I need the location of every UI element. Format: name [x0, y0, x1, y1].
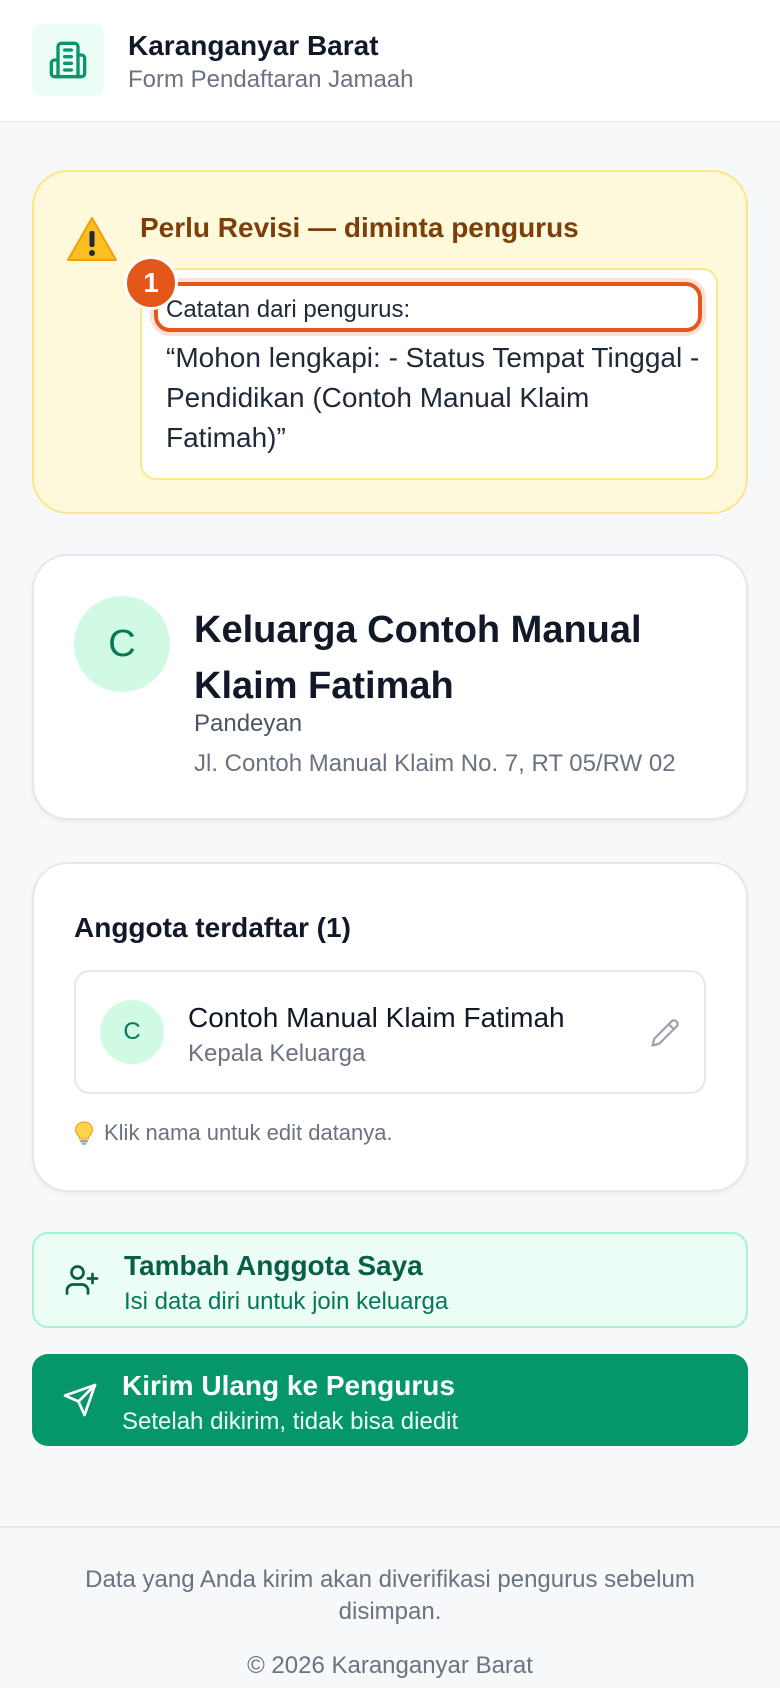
warning-icon	[67, 217, 117, 261]
members-title: Anggota terdaftar (1)	[74, 912, 351, 943]
note-text: “Mohon lengkapi: - Status Tempat Tinggal…	[166, 342, 700, 453]
member-avatar: C	[100, 1000, 164, 1064]
family-name: Keluarga Contoh Manual Klaim Fatimah	[194, 609, 642, 707]
members-card: Anggota terdaftar (1) C Contoh Manual Kl…	[32, 862, 748, 1192]
family-village: Pandeyan	[194, 710, 303, 737]
member-row[interactable]: C Contoh Manual Klaim Fatimah Kepala Kel…	[74, 970, 706, 1094]
building-icon	[49, 41, 87, 79]
page-footer: Data yang Anda kirim akan diverifikasi p…	[0, 1526, 780, 1688]
logo	[32, 24, 104, 96]
resend-subtitle: Setelah dikirim, tidak bisa diedit	[122, 1408, 459, 1435]
footer-copyright: © 2026 Karanganyar Barat	[247, 1652, 533, 1679]
revision-alert: Perlu Revisi — diminta pengurus Catatan …	[32, 170, 748, 514]
hint-text: Klik nama untuk edit datanya.	[104, 1120, 393, 1145]
step-badge: 1	[124, 256, 178, 310]
member-role: Kepala Keluarga	[188, 1040, 366, 1067]
admin-note: Catatan dari pengurus: “Mohon lengkapi: …	[140, 268, 718, 480]
lightbulb-icon	[74, 1121, 94, 1145]
family-address: Jl. Contoh Manual Klaim No. 7, RT 05/RW …	[194, 750, 676, 777]
add-member-subtitle: Isi data diri untuk join keluarga	[124, 1288, 449, 1315]
note-label: Catatan dari pengurus:	[166, 296, 411, 323]
family-card: C Keluarga Contoh Manual Klaim Fatimah P…	[32, 554, 748, 820]
resend-title: Kirim Ulang ke Pengurus	[122, 1370, 455, 1401]
pencil-icon[interactable]	[650, 1018, 680, 1048]
add-member-button[interactable]: Tambah Anggota Saya Isi data diri untuk …	[32, 1232, 748, 1328]
app-title: Karanganyar Barat	[128, 30, 379, 61]
family-avatar: C	[74, 596, 170, 692]
user-plus-icon	[65, 1265, 99, 1295]
app-header: Karanganyar Barat Form Pendaftaran Jamaa…	[0, 0, 780, 122]
send-icon	[63, 1383, 97, 1417]
resend-button[interactable]: Kirim Ulang ke Pengurus Setelah dikirim,…	[32, 1354, 748, 1446]
member-name[interactable]: Contoh Manual Klaim Fatimah	[188, 1002, 565, 1034]
add-member-title: Tambah Anggota Saya	[124, 1250, 423, 1281]
app-subtitle: Form Pendaftaran Jamaah	[128, 66, 414, 93]
alert-title: Perlu Revisi — diminta pengurus	[140, 212, 579, 243]
edit-hint: Klik nama untuk edit datanya.	[74, 1120, 393, 1146]
footer-note: Data yang Anda kirim akan diverifikasi p…	[85, 1566, 695, 1625]
